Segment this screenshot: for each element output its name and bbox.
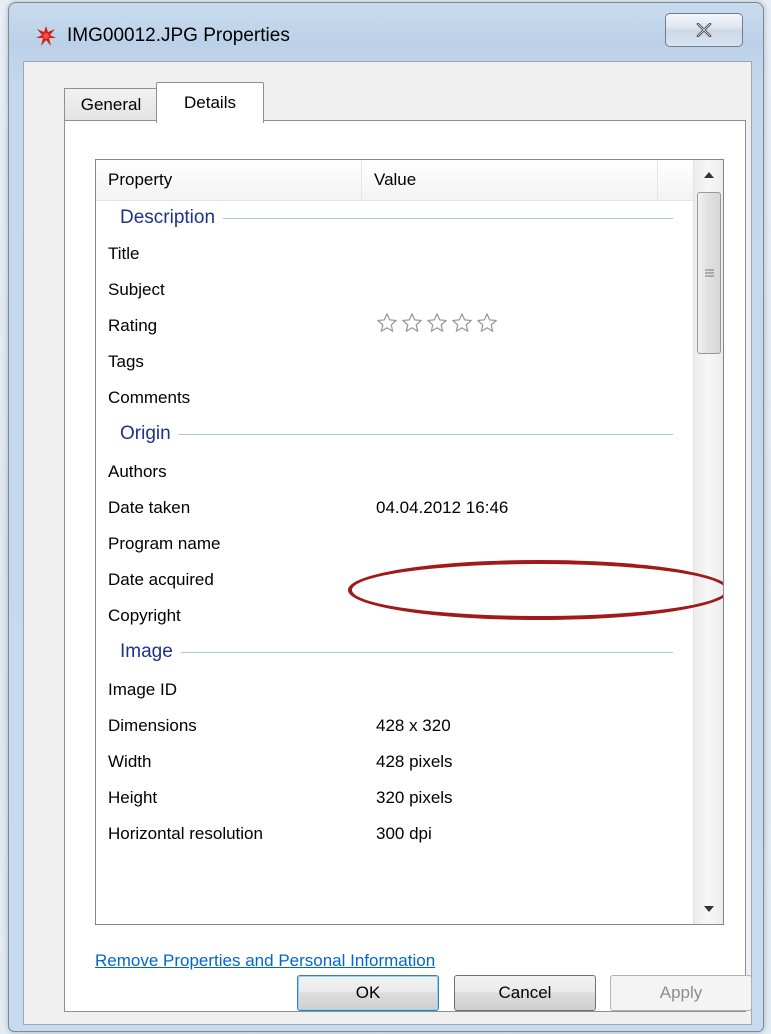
row-date-acquired[interactable]: Date acquired: [96, 562, 693, 598]
row-horizontal-resolution[interactable]: Horizontal resolution 300 dpi: [96, 816, 693, 852]
property-list[interactable]: Property Value Description Title Subject: [95, 159, 724, 925]
star-icon[interactable]: [376, 312, 398, 334]
row-width[interactable]: Width 428 pixels: [96, 744, 693, 780]
property-name: Program name: [108, 534, 221, 553]
vertical-scrollbar[interactable]: [693, 160, 723, 924]
property-value: 04.04.2012 16:46: [376, 498, 509, 517]
row-authors[interactable]: Authors: [96, 454, 693, 490]
group-label: Description: [120, 207, 216, 228]
column-header-filler: [658, 160, 693, 200]
row-copyright[interactable]: Copyright: [96, 598, 693, 634]
group-divider: [178, 433, 673, 435]
group-divider: [180, 651, 673, 653]
row-title[interactable]: Title: [96, 236, 693, 272]
row-program-name[interactable]: Program name: [96, 526, 693, 562]
cancel-button[interactable]: Cancel: [454, 975, 596, 1011]
property-name: Date taken: [108, 498, 191, 517]
ok-button[interactable]: OK: [297, 975, 439, 1011]
window-title: IMG00012.JPG Properties: [67, 25, 290, 46]
row-subject[interactable]: Subject: [96, 272, 693, 308]
property-name: Subject: [108, 280, 165, 299]
row-comments[interactable]: Comments: [96, 380, 693, 416]
group-header-image[interactable]: Image: [96, 634, 693, 670]
property-value: 428 pixels: [376, 752, 453, 771]
property-name: Tags: [108, 352, 144, 371]
row-tags[interactable]: Tags: [96, 344, 693, 380]
column-header-property[interactable]: Property: [96, 160, 362, 200]
group-header-origin[interactable]: Origin: [96, 416, 693, 452]
row-height[interactable]: Height 320 pixels: [96, 780, 693, 816]
property-name: Rating: [108, 316, 158, 335]
property-name: Width: [108, 752, 152, 771]
grip-icon: [704, 269, 714, 277]
remove-properties-link[interactable]: Remove Properties and Personal Informati…: [95, 951, 435, 971]
star-icon[interactable]: [426, 312, 448, 334]
property-name: Image ID: [108, 680, 177, 699]
group-label: Origin: [120, 423, 171, 444]
star-icon[interactable]: [476, 312, 498, 334]
arrow-up-icon: [703, 172, 714, 178]
property-name: Date acquired: [108, 570, 214, 589]
apply-button[interactable]: Apply: [610, 975, 752, 1011]
property-name: Height: [108, 788, 158, 807]
group-header-description[interactable]: Description: [96, 200, 693, 236]
property-value: 300 dpi: [376, 824, 432, 843]
group-label: Image: [120, 641, 173, 662]
scroll-thumb[interactable]: [697, 192, 721, 354]
row-image-id[interactable]: Image ID: [96, 672, 693, 708]
close-icon: [696, 23, 712, 37]
property-name: Title: [108, 244, 140, 263]
row-dimensions[interactable]: Dimensions 428 x 320: [96, 708, 693, 744]
close-button[interactable]: [665, 13, 743, 47]
group-divider: [223, 217, 673, 219]
title-bar[interactable]: IMG00012.JPG Properties: [9, 3, 763, 61]
row-date-taken[interactable]: Date taken 04.04.2012 16:46: [96, 490, 693, 526]
dialog-client-area: General Details Property Value Descripti…: [23, 61, 752, 1025]
red-splatter-icon: [36, 26, 56, 46]
tab-details[interactable]: Details: [156, 82, 264, 123]
row-rating[interactable]: Rating: [96, 308, 693, 344]
property-name: Authors: [108, 462, 167, 481]
star-icon[interactable]: [451, 312, 473, 334]
property-name: Comments: [108, 388, 191, 407]
scroll-up-button[interactable]: [694, 160, 723, 190]
star-icon[interactable]: [401, 312, 423, 334]
property-value: 428 x 320: [376, 716, 451, 735]
scroll-down-button[interactable]: [694, 894, 723, 924]
property-name: Horizontal resolution: [108, 824, 263, 843]
column-header-value[interactable]: Value: [362, 160, 658, 200]
properties-dialog: IMG00012.JPG Properties General Details …: [8, 2, 764, 1032]
property-name: Dimensions: [108, 716, 197, 735]
property-value: 320 pixels: [376, 788, 453, 807]
details-tab-panel: Property Value Description Title Subject: [64, 120, 746, 1012]
rating-stars[interactable]: [376, 312, 498, 334]
tab-general[interactable]: General: [64, 88, 158, 121]
arrow-down-icon: [703, 906, 714, 912]
property-name: Copyright: [108, 606, 181, 625]
column-header: Property Value: [96, 160, 693, 201]
